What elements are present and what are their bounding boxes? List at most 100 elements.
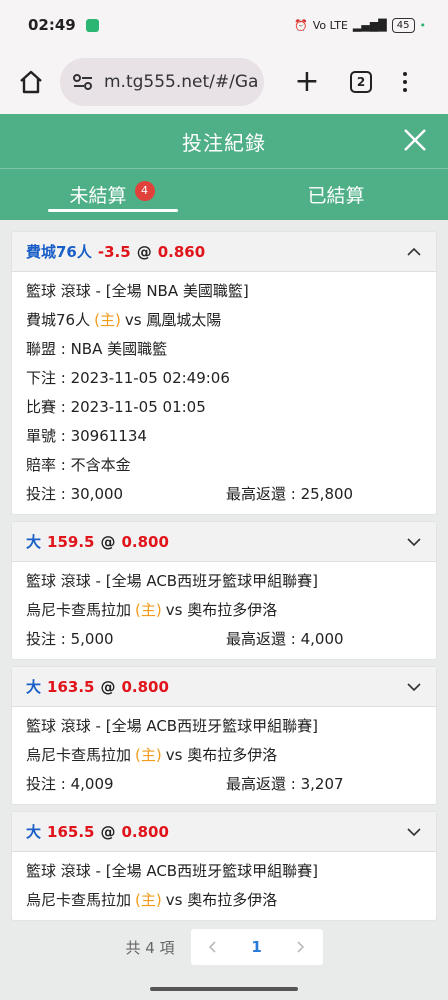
- stake-row: 投注 : 4,009 最高返還 : 3,207: [26, 769, 422, 798]
- bet-odds: 0.800: [121, 532, 169, 551]
- address-bar[interactable]: m.tg555.net/#/Ga: [60, 58, 264, 106]
- matchup: 烏尼卡查馬拉加 (主) vs 奧布拉多伊洛: [26, 595, 422, 624]
- at-sign: @: [100, 822, 116, 841]
- gesture-handle[interactable]: [150, 987, 298, 991]
- bet-card-header[interactable]: 費城76人 -3.5 @ 0.860: [12, 232, 436, 272]
- pager-controls: 1: [190, 929, 323, 965]
- vs-text: vs: [165, 890, 183, 909]
- bet-card: 費城76人 -3.5 @ 0.860 籃球 滾球 - [全場 NBA 美國職籃]…: [12, 232, 436, 514]
- bet-card-header[interactable]: 大 165.5 @ 0.800: [12, 812, 436, 852]
- home-mark: (主): [135, 601, 162, 619]
- vs-text: vs: [165, 600, 183, 619]
- url-text: m.tg555.net/#/Ga: [104, 72, 259, 92]
- away-team: 奧布拉多伊洛: [187, 601, 278, 619]
- status-time: 02:49: [28, 16, 76, 34]
- home-team: 烏尼卡查馬拉加: [26, 746, 132, 764]
- app-notification-icon: [85, 18, 99, 32]
- site-settings-icon[interactable]: [72, 72, 98, 92]
- sport-line: 籃球 滾球 - [全場 NBA 美國職籃]: [26, 282, 249, 300]
- chevron-up-icon[interactable]: [406, 244, 422, 260]
- bet-line: 159.5: [47, 532, 95, 551]
- bet-odds: 0.800: [121, 677, 169, 696]
- home-mark: (主): [135, 746, 162, 764]
- chevron-down-icon[interactable]: [406, 534, 422, 550]
- odds-type: 賠率 : 不含本金: [26, 456, 131, 474]
- sport-line: 籃球 滾球 - [全場 ACB西班牙籃球甲組聯賽]: [26, 862, 318, 880]
- bet-card-body: 籃球 滾球 - [全場 ACB西班牙籃球甲組聯賽] 烏尼卡查馬拉加 (主) vs…: [12, 562, 436, 659]
- bet-odds: 0.800: [121, 822, 169, 841]
- tab-label: 未結算: [69, 185, 127, 207]
- max-return: 最高返還 : 3,207: [226, 775, 344, 793]
- placed-time: 下注 : 2023-11-05 02:49:06: [26, 369, 230, 387]
- pagination: 共 4 項 1: [12, 928, 436, 966]
- new-tab-button[interactable]: +: [292, 67, 322, 97]
- bet-line: -3.5: [97, 242, 131, 261]
- away-team: 鳳凰城太陽: [146, 311, 222, 329]
- at-sign: @: [100, 532, 116, 551]
- home-icon: [20, 70, 42, 94]
- chevron-down-icon[interactable]: [406, 679, 422, 695]
- chevron-right-icon[interactable]: [293, 940, 307, 954]
- bet-card: 大 163.5 @ 0.800 籃球 滾球 - [全場 ACB西班牙籃球甲組聯賽…: [12, 667, 436, 804]
- bet-card-header[interactable]: 大 159.5 @ 0.800: [12, 522, 436, 562]
- matchup: 烏尼卡查馬拉加 (主) vs 奧布拉多伊洛: [26, 740, 422, 769]
- matchup: 烏尼卡查馬拉加 (主) vs 奧布拉多伊洛: [26, 885, 422, 914]
- home-team: 烏尼卡查馬拉加: [26, 891, 132, 909]
- bet-card-body: 籃球 滾球 - [全場 ACB西班牙籃球甲組聯賽] 烏尼卡查馬拉加 (主) vs…: [12, 707, 436, 804]
- battery-icon: 45: [391, 17, 415, 33]
- ticket-number: 單號 : 30961134: [26, 427, 147, 445]
- home-mark: (主): [94, 311, 121, 329]
- bet-list: 費城76人 -3.5 @ 0.860 籃球 滾球 - [全場 NBA 美國職籃]…: [0, 220, 448, 966]
- total-count: 共 4 項: [125, 938, 175, 957]
- bet-card: 大 159.5 @ 0.800 籃球 滾球 - [全場 ACB西班牙籃球甲組聯賽…: [12, 522, 436, 659]
- bet-pick: 大: [26, 533, 42, 551]
- signal-icon: ▂▄▆█: [352, 18, 387, 32]
- vs-text: vs: [165, 745, 183, 764]
- home-button[interactable]: [16, 67, 46, 97]
- tab-label: 已結算: [307, 185, 365, 207]
- status-indicators: ⏰ Vo LTE ▂▄▆█ 45 •: [294, 17, 427, 33]
- max-return: 最高返還 : 4,000: [226, 630, 344, 648]
- count-badge: 4: [134, 180, 155, 201]
- dot-icon: •: [419, 18, 427, 32]
- home-team: 費城76人: [26, 311, 91, 329]
- bet-card-body: 籃球 滾球 - [全場 ACB西班牙籃球甲組聯賽] 烏尼卡查馬拉加 (主) vs…: [12, 852, 436, 920]
- bet-pick: 大: [26, 678, 42, 696]
- stake-amount: 投注 : 30,000: [26, 485, 124, 503]
- stake-amount: 投注 : 5,000: [26, 630, 114, 648]
- status-bar: 02:49 ⏰ Vo LTE ▂▄▆█ 45 •: [0, 0, 448, 50]
- sport-line: 籃球 滾球 - [全場 ACB西班牙籃球甲組聯賽]: [26, 717, 318, 735]
- bet-line: 163.5: [47, 677, 95, 696]
- bet-pick: 費城76人: [26, 243, 92, 261]
- current-page[interactable]: 1: [251, 938, 261, 956]
- bet-card-header[interactable]: 大 163.5 @ 0.800: [12, 667, 436, 707]
- matchup: 費城76人 (主) vs 鳳凰城太陽: [26, 305, 422, 334]
- bet-card-body: 籃球 滾球 - [全場 NBA 美國職籃] 費城76人 (主) vs 鳳凰城太陽…: [12, 272, 436, 514]
- away-team: 奧布拉多伊洛: [187, 891, 278, 909]
- bet-line: 165.5: [47, 822, 95, 841]
- browser-toolbar: m.tg555.net/#/Ga + 2: [0, 50, 448, 114]
- chevron-down-icon[interactable]: [406, 824, 422, 840]
- close-icon[interactable]: [402, 127, 428, 153]
- home-mark: (主): [135, 891, 162, 909]
- bet-pick: 大: [26, 823, 42, 841]
- tab-bar: 未結算 4 已結算: [0, 168, 448, 220]
- browser-menu-button[interactable]: [400, 72, 410, 92]
- tab-settled[interactable]: 已結算: [224, 169, 448, 220]
- app-header: 投注紀錄: [0, 114, 448, 168]
- sport-line: 籃球 滾球 - [全場 ACB西班牙籃球甲組聯賽]: [26, 572, 318, 590]
- stake-row: 投注 : 30,000 最高返還 : 25,800: [26, 479, 422, 508]
- bet-odds: 0.860: [157, 242, 206, 261]
- volte-label: Vo LTE: [312, 18, 348, 32]
- chevron-left-icon[interactable]: [206, 940, 220, 954]
- page-title: 投注紀錄: [182, 130, 266, 155]
- home-team: 烏尼卡查馬拉加: [26, 601, 132, 619]
- tab-unsettled[interactable]: 未結算 4: [0, 169, 224, 220]
- vs-text: vs: [124, 310, 142, 329]
- alarm-icon: ⏰: [294, 18, 308, 32]
- bet-card: 大 165.5 @ 0.800 籃球 滾球 - [全場 ACB西班牙籃球甲組聯賽…: [12, 812, 436, 920]
- league-line: 聯盟 : NBA 美國職籃: [26, 340, 168, 358]
- max-return: 最高返還 : 25,800: [226, 485, 354, 503]
- match-time: 比賽 : 2023-11-05 01:05: [26, 398, 206, 416]
- tab-switcher-button[interactable]: 2: [350, 71, 372, 93]
